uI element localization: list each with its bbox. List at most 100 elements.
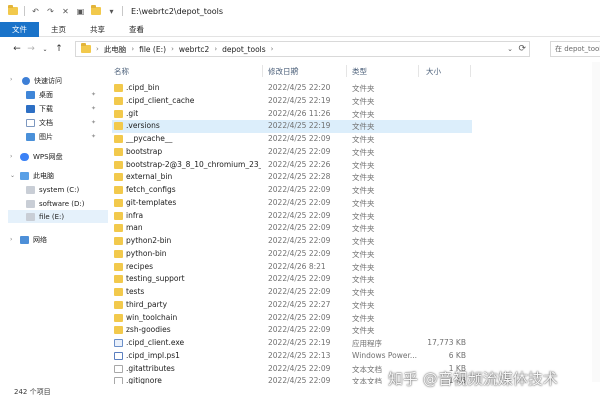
nav-label: file (E:): [39, 212, 65, 221]
breadcrumb-depot-tools[interactable]: depot_tools: [222, 45, 266, 54]
search-input[interactable]: 在 depot_tools: [550, 41, 600, 57]
tab-share[interactable]: 共享: [78, 22, 117, 37]
nav-documents[interactable]: 文档 ✦: [26, 116, 106, 129]
column-size[interactable]: 大小: [426, 66, 441, 77]
table-row[interactable]: infra 2022/4/25 22:09 文件夹: [112, 210, 472, 223]
drive-icon: [26, 185, 35, 194]
table-row[interactable]: bootstrap 2022/4/25 22:09 文件夹: [112, 146, 472, 159]
table-row[interactable]: .cipd_client_cache 2022/4/25 22:19 文件夹: [112, 95, 472, 108]
expand-chevron-icon[interactable]: ›: [10, 236, 12, 243]
tab-file[interactable]: 文件: [0, 21, 39, 37]
folder-icon: [114, 275, 123, 284]
table-row[interactable]: third_party 2022/4/25 22:27 文件夹: [112, 299, 472, 312]
nav-label: WPS网盘: [33, 152, 63, 161]
nav-this-pc[interactable]: 此电脑: [20, 169, 54, 182]
document-icon: [26, 118, 35, 127]
undo-icon[interactable]: ↶: [31, 7, 40, 16]
table-row[interactable]: git-templates 2022/4/25 22:09 文件夹: [112, 197, 472, 210]
table-row[interactable]: python-bin 2022/4/25 22:09 文件夹: [112, 248, 472, 261]
table-row[interactable]: .cipd_impl.ps1 2022/4/25 22:13 Windows Pow…: [112, 350, 472, 363]
file-date: 2022/4/25 22:19: [268, 338, 331, 347]
application-icon: [114, 339, 123, 347]
scrollbar[interactable]: [592, 62, 600, 382]
customize-toolbar-icon[interactable]: ▾: [107, 7, 116, 16]
nav-network[interactable]: 网络: [20, 233, 47, 246]
table-row[interactable]: external_bin 2022/4/25 22:28 文件夹: [112, 171, 472, 184]
nav-pictures[interactable]: 图片 ✦: [26, 130, 106, 143]
delete-icon[interactable]: ✕: [61, 7, 70, 16]
column-type[interactable]: 类型: [352, 66, 367, 77]
file-date: 2022/4/25 22:09: [268, 325, 331, 335]
folder-icon: [8, 5, 18, 15]
column-name[interactable]: 名称: [114, 66, 129, 77]
new-folder-icon[interactable]: [91, 5, 101, 15]
breadcrumb-separator: ›: [270, 45, 274, 53]
file-type: 文件夹: [352, 173, 375, 183]
file-date: 2022/4/26 8:21: [268, 261, 326, 271]
file-type: 文件夹: [352, 135, 375, 144]
file-name: .git: [126, 108, 139, 118]
nav-drive-e[interactable]: file (E:): [8, 210, 108, 223]
redo-icon[interactable]: ↷: [46, 7, 55, 16]
column-header: ^ 名称 修改日期 类型 大小: [112, 64, 582, 78]
expand-chevron-icon[interactable]: ›: [10, 153, 12, 160]
folder-icon: [114, 173, 123, 182]
table-row[interactable]: zsh-goodies 2022/4/25 22:09 文件夹: [112, 324, 472, 337]
expand-chevron-icon[interactable]: ⌄: [10, 172, 15, 179]
nav-drive-d[interactable]: software (D:): [26, 197, 85, 210]
file-type: 文件夹: [352, 160, 375, 170]
breadcrumb-webrtc2[interactable]: webrtc2: [179, 45, 209, 54]
table-row[interactable]: tests 2022/4/25 22:09 文件夹: [112, 286, 472, 299]
file-date: 2022/4/25 22:09: [268, 274, 331, 284]
column-divider[interactable]: [346, 65, 347, 77]
breadcrumb-separator: ›: [171, 45, 174, 53]
up-arrow-icon[interactable]: ↑: [52, 44, 66, 54]
file-name: .cipd_client.exe: [126, 338, 185, 347]
folder-icon: [114, 122, 123, 131]
column-date[interactable]: 修改日期: [268, 66, 298, 77]
tab-home[interactable]: 主页: [39, 22, 78, 37]
table-row[interactable]: testing_support 2022/4/25 22:09 文件夹: [112, 273, 472, 286]
refresh-icon[interactable]: ⟳: [518, 44, 526, 54]
table-row[interactable]: python2-bin 2022/4/25 22:09 文件夹: [112, 235, 472, 248]
table-row[interactable]: .cipd_bin 2022/4/25 22:20 文件夹: [112, 82, 472, 95]
nav-quick-access[interactable]: 快速访问: [22, 74, 62, 87]
file-date: 2022/4/25 22:09: [268, 185, 331, 194]
breadcrumb-drive-e[interactable]: file (E:): [139, 45, 166, 54]
file-type: 文件夹: [352, 224, 375, 234]
table-row[interactable]: bootstrap-2@3_8_10_chromium_23_... 2022/4…: [112, 159, 472, 172]
ribbon-tabs: 文件 主页 共享 查看: [0, 21, 600, 37]
table-row[interactable]: fetch_configs 2022/4/25 22:09 文件夹: [112, 184, 472, 197]
nav-wps-cloud[interactable]: WPS网盘: [20, 150, 63, 163]
folder-icon: [114, 84, 123, 92]
column-divider[interactable]: [418, 65, 419, 77]
table-row[interactable]: recipes 2022/4/26 8:21 文件夹: [112, 261, 472, 274]
file-type: 应用程序: [352, 339, 382, 348]
file-date: 2022/4/25 22:26: [268, 159, 331, 169]
file-name: .gitattributes: [126, 363, 175, 373]
table-row[interactable]: win_toolchain 2022/4/25 22:09 文件夹: [112, 312, 472, 325]
table-row[interactable]: .git 2022/4/26 11:26 文件夹: [112, 108, 472, 121]
column-divider[interactable]: [262, 65, 263, 77]
breadcrumb-this-pc[interactable]: 此电脑: [104, 44, 127, 55]
address-bar[interactable]: › 此电脑 › file (E:) › webrtc2 › depot_tool…: [75, 41, 530, 57]
table-row[interactable]: man 2022/4/25 22:09 文件夹: [112, 222, 472, 235]
recent-locations-chevron-icon[interactable]: ⌄: [38, 46, 52, 53]
column-divider[interactable]: [470, 65, 471, 77]
forward-arrow-icon[interactable]: →: [24, 44, 38, 54]
file-name: python-bin: [126, 248, 167, 258]
table-row[interactable]: __pycache__ 2022/4/25 22:09 文件夹: [112, 133, 472, 146]
nav-drive-c[interactable]: system (C:): [26, 183, 79, 196]
table-row[interactable]: .cipd_client.exe 2022/4/25 22:19 应用程序 17,77…: [112, 337, 472, 350]
nav-label: 桌面: [39, 90, 53, 99]
tab-view[interactable]: 查看: [117, 22, 156, 37]
expand-chevron-icon[interactable]: ›: [10, 76, 12, 83]
file-icon: [114, 364, 123, 373]
nav-downloads[interactable]: 下载 ✦: [26, 102, 106, 115]
nav-desktop[interactable]: 桌面 ✦: [26, 88, 106, 101]
file-name: third_party: [126, 299, 168, 309]
address-dropdown-chevron-icon[interactable]: ⌄: [507, 45, 513, 53]
back-arrow-icon[interactable]: ←: [10, 44, 24, 54]
properties-icon[interactable]: ▣: [76, 7, 85, 16]
table-row[interactable]: .versions 2022/4/25 22:19 文件夹: [112, 120, 472, 134]
